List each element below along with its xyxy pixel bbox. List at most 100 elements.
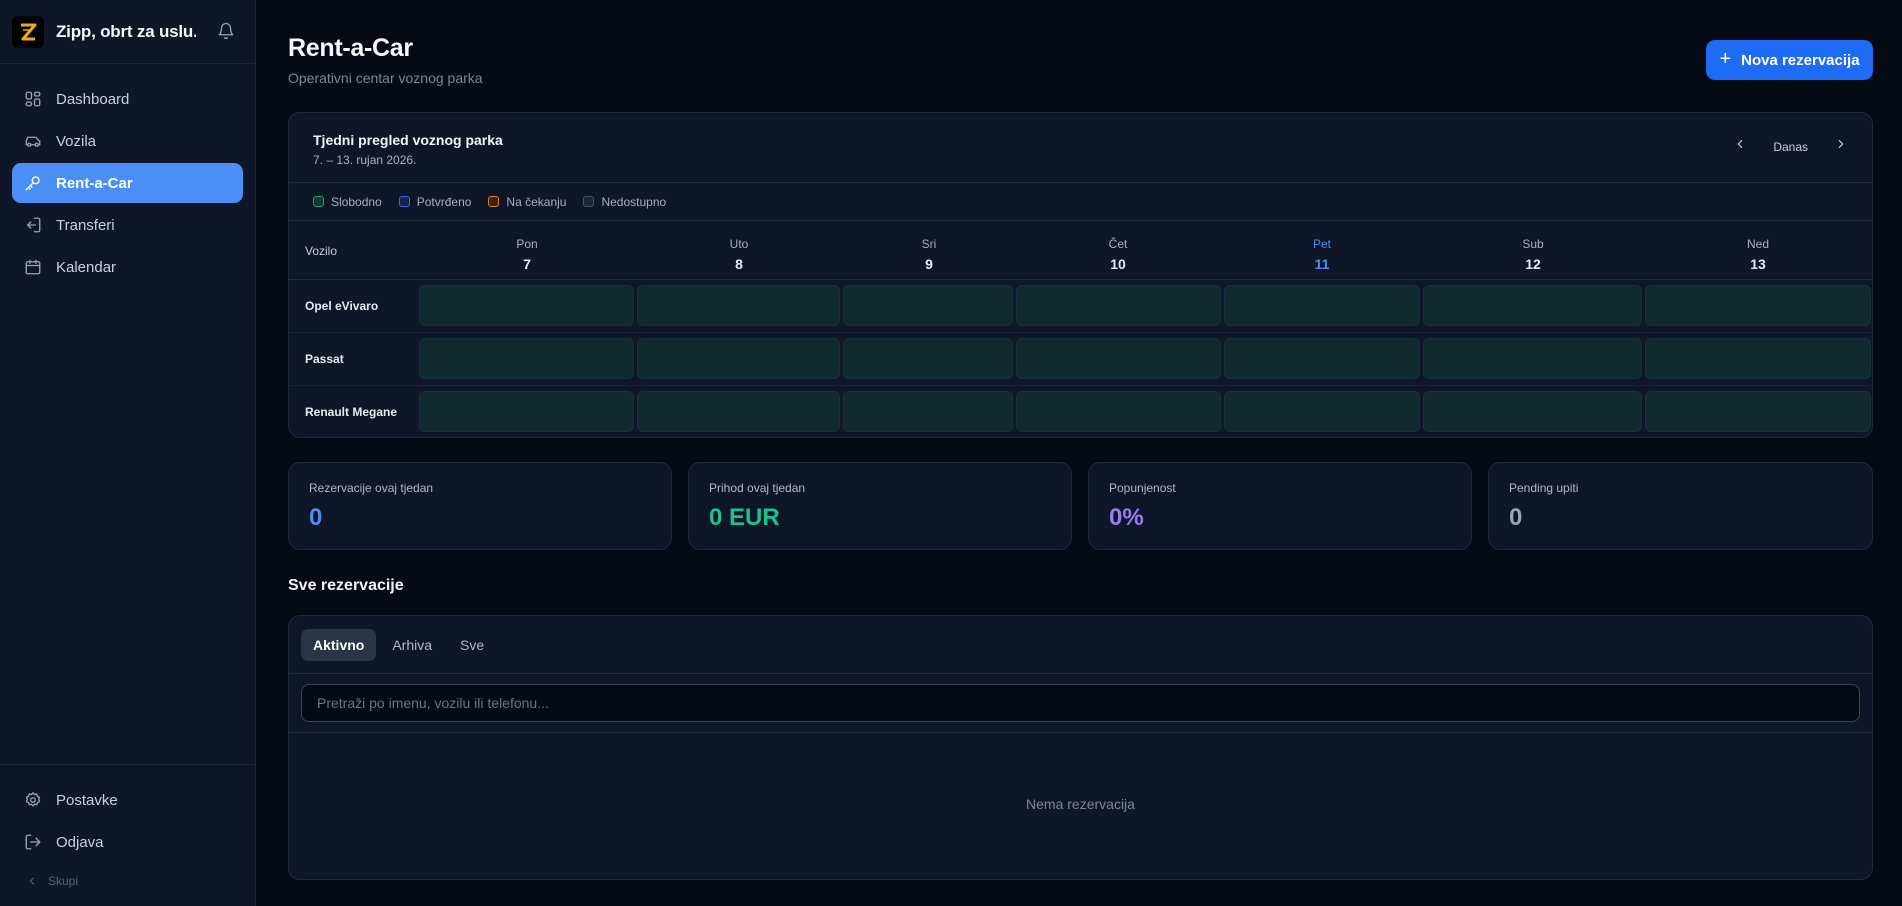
vehicle-name: Renault Megane [305,405,398,419]
nav-label: Transferi [56,216,115,234]
vehicle-name: Opel eVivaro [305,299,379,313]
stat-card-pending: Pending upiti 0 [1488,462,1873,550]
nav-item-kalendar[interactable]: Kalendar [12,247,243,287]
availability-cell[interactable] [1423,338,1642,379]
stat-label: Popunjenost [1109,481,1176,495]
car-icon [25,136,41,147]
day-name: Sri [921,237,937,251]
legend-item-na-cekanju: Na čekanju [488,195,566,209]
tab-arhiva[interactable]: Arhiva [380,629,444,661]
vehicle-row: Opel eVivaro [289,280,1872,333]
availability-cell[interactable] [419,285,634,326]
gear-icon [25,791,41,807]
availability-cell[interactable] [843,338,1013,379]
availability-cell[interactable] [843,285,1013,326]
nav-item-postavke[interactable]: Postavke [12,780,243,820]
search-input[interactable] [301,684,1860,722]
day-date: 10 [1110,256,1126,272]
day-header-sub: Sub 12 [1522,237,1543,272]
nav-item-rent-a-car[interactable]: Rent-a-Car [12,163,243,203]
stat-label: Prihod ovaj tjedan [709,481,806,495]
legend-swatch [583,196,595,207]
legend-swatch [488,196,500,207]
availability-cell[interactable] [1645,391,1871,432]
vehicle-column-header: Vozilo [305,244,338,258]
availability-cell[interactable] [419,391,634,432]
stat-value: 0% [1109,504,1144,531]
status-legend: Slobodno Potvrđeno Na čekanju Nedostupno [289,183,1872,221]
page-title: Rent-a-Car [288,34,413,62]
availability-cell[interactable] [1423,285,1642,326]
availability-cell[interactable] [1016,391,1221,432]
day-date: 8 [735,256,743,272]
stat-value: 0 EUR [709,504,780,531]
availability-cell[interactable] [843,391,1013,432]
collapse-sidebar-button[interactable]: Skupi [12,868,243,894]
calendar-header-row: Vozilo Pon 7 Uto 8 Sri 9 Čet 10 Pet 11 Sub 12 … [289,221,1872,280]
brand-logo[interactable] [12,15,44,48]
nav-label: Dashboard [56,90,130,108]
organization-name[interactable]: Zipp, obrt za uslu... [56,22,196,42]
sidebar: Zipp, obrt za uslu... Dashboard Vozila R… [0,0,256,906]
legend-item-nedostupno: Nedostupno [583,195,666,209]
stat-label: Pending upiti [1509,481,1579,495]
availability-cell[interactable] [1645,338,1871,379]
availability-cell[interactable] [1016,338,1221,379]
tab-aktivno[interactable]: Aktivno [301,628,377,661]
nav-item-transferi[interactable]: Transferi [12,205,243,245]
availability-cell[interactable] [1224,391,1420,432]
nav-item-vozila[interactable]: Vozila [12,121,243,161]
transfer-icon [27,217,41,233]
tab-sve[interactable]: Sve [448,629,496,661]
nav-item-odjava[interactable]: Odjava [12,822,243,862]
day-name: Čet [1108,237,1128,251]
availability-cell[interactable] [1645,285,1871,326]
main-nav: Dashboard Vozila Rent-a-Car Transferi Ka… [0,64,255,304]
key-icon [25,176,40,191]
fleet-weekly-overview: Tjedni pregled voznog parka 7. – 13. ruj… [288,112,1873,438]
nav-label: Postavke [56,791,118,809]
nav-label: Vozila [56,132,97,150]
day-header-pet: Pet 11 [1313,237,1331,272]
today-button[interactable]: Danas [1773,140,1808,154]
legend-swatch [313,196,324,207]
new-reservation-button[interactable]: + Nova rezervacija [1706,40,1873,80]
stat-card-revenue: Prihod ovaj tjedan 0 EUR [688,462,1072,550]
legend-label: Slobodno [331,194,382,209]
vehicle-row: Passat [289,333,1872,386]
chevron-left-icon[interactable] [1733,137,1747,156]
new-reservation-label: Nova rezervacija [1741,51,1860,69]
availability-cell[interactable] [637,338,840,379]
availability-cell[interactable] [1423,391,1642,432]
availability-cell[interactable] [1224,338,1420,379]
legend-label: Na čekanju [506,194,567,209]
reservation-tabs: Aktivno Arhiva Sve [289,616,1872,674]
availability-cell[interactable] [637,391,840,432]
legend-label: Nedostupno [601,194,667,209]
day-name: Uto [729,237,749,251]
page-subtitle: Operativni centar voznog parka [288,70,483,86]
legend-label: Potvrđeno [416,194,472,209]
day-date: 7 [523,256,531,272]
stat-value: 0 [1509,504,1523,531]
legend-swatch [398,196,410,207]
nav-label: Kalendar [56,258,117,276]
legend-item-potvrdeno: Potvrđeno [398,194,472,209]
availability-cell[interactable] [419,338,634,379]
stat-value: 0 [309,504,323,531]
bell-icon[interactable] [217,22,235,45]
day-header-cet: Čet 10 [1109,237,1128,272]
plus-icon: + [1719,47,1732,70]
day-header-ned: Ned 13 [1747,237,1769,272]
chevron-right-icon[interactable] [1834,137,1848,156]
search-container [289,674,1872,733]
nav-item-dashboard[interactable]: Dashboard [12,79,243,119]
stat-card-occupancy: Popunjenost 0% [1088,462,1472,550]
availability-cell[interactable] [1016,285,1221,326]
availability-cell[interactable] [637,285,840,326]
day-name: Sub [1522,237,1544,251]
fleet-title: Tjedni pregled voznog parka [313,132,503,148]
availability-cell[interactable] [1224,285,1420,326]
chevron-left-icon [29,877,35,885]
week-navigation: Danas [1733,137,1848,156]
